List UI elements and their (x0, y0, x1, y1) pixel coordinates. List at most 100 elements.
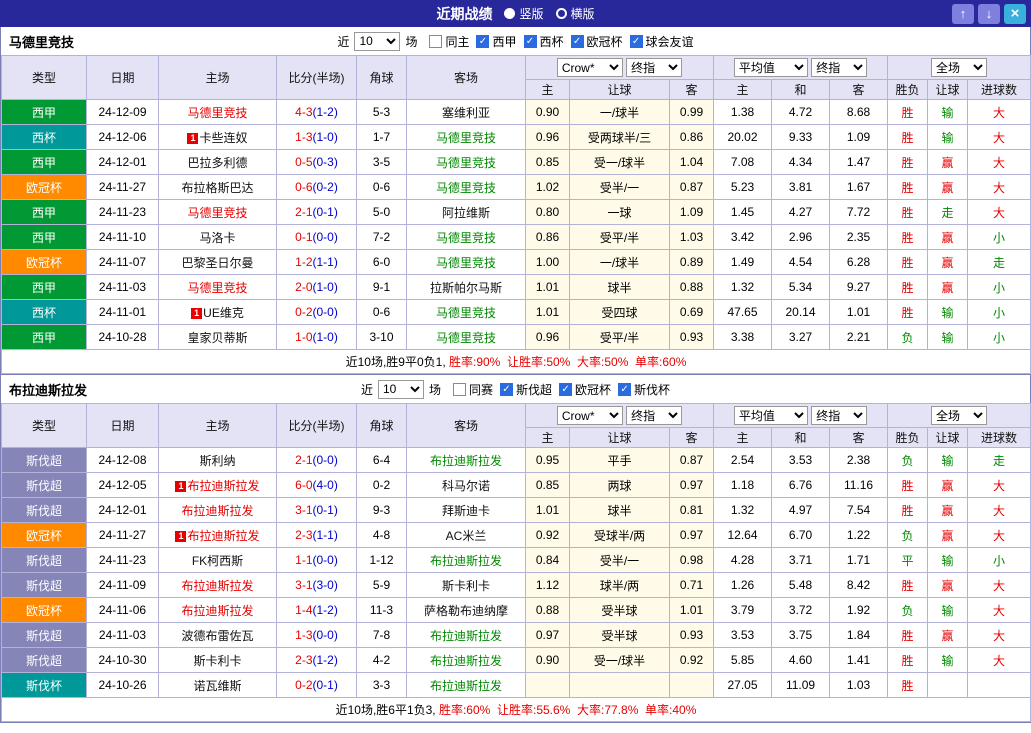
league-badge: 斯伐超 (2, 448, 87, 473)
halftime-score: (1-1) (313, 255, 338, 269)
close-button[interactable]: × (1004, 4, 1026, 24)
filter-斯伐杯[interactable]: ✓斯伐杯 (618, 381, 670, 398)
away-team-link[interactable]: 科马尔诺 (407, 473, 526, 498)
euro-home-odds: 1.38 (714, 100, 772, 125)
filter-同赛[interactable]: 同赛 (453, 381, 493, 398)
euro-away-odds: 7.72 (830, 200, 888, 225)
away-team-link[interactable]: 马德里竞技 (407, 225, 526, 250)
away-team-link[interactable]: 斯卡利卡 (407, 573, 526, 598)
layout-horizontal-radio[interactable]: 横版 (556, 5, 595, 22)
filter-欧冠杯[interactable]: ✓欧冠杯 (571, 33, 623, 50)
home-team-link[interactable]: 布拉迪斯拉发 (159, 573, 277, 598)
home-team-link[interactable]: 马德里竞技 (159, 200, 277, 225)
home-team-link[interactable]: 皇家贝蒂斯 (159, 325, 277, 350)
summary-stats: 胜率:90% 让胜率:50% 大率:50% 单率:60% (449, 355, 686, 369)
fulltime-score: 1-4 (295, 603, 312, 617)
handicap-home-odds: 0.88 (526, 598, 570, 623)
handicap-away-odds: 0.99 (670, 100, 714, 125)
away-team-link[interactable]: 拉斯帕尔马斯 (407, 275, 526, 300)
home-team-link[interactable]: 布拉迪斯拉发 (159, 598, 277, 623)
league-badge: 斯伐超 (2, 473, 87, 498)
home-team-link[interactable]: 波德布雷佐瓦 (159, 623, 277, 648)
home-team-link[interactable]: 1卡些连奴 (159, 125, 277, 150)
result-goals: 大 (968, 623, 1031, 648)
away-team-link[interactable]: 阿拉维斯 (407, 200, 526, 225)
home-team-link[interactable]: 马德里竞技 (159, 100, 277, 125)
home-team-link[interactable]: 1布拉迪斯拉发 (159, 523, 277, 548)
away-team-link[interactable]: 马德里竞技 (407, 250, 526, 275)
home-team-link[interactable]: FK柯西斯 (159, 548, 277, 573)
away-team-link[interactable]: 马德里竞技 (407, 125, 526, 150)
away-team-link[interactable]: 马德里竞技 (407, 300, 526, 325)
result-goals: 走 (968, 448, 1031, 473)
col-header-date: 日期 (87, 404, 159, 448)
filter-同主[interactable]: 同主 (429, 33, 469, 50)
checkbox-icon[interactable] (429, 35, 442, 48)
result-wdl: 胜 (888, 498, 928, 523)
away-team-link[interactable]: 拜斯迪卡 (407, 498, 526, 523)
result-handicap: 赢 (928, 275, 968, 300)
match-date: 24-12-01 (87, 498, 159, 523)
radio-unselected-icon[interactable] (504, 8, 515, 19)
away-team-link[interactable]: 布拉迪斯拉发 (407, 673, 526, 698)
euro-time-select[interactable]: 终指 (811, 58, 867, 77)
checkbox-icon[interactable]: ✓ (571, 35, 584, 48)
home-team-link[interactable]: 马洛卡 (159, 225, 277, 250)
scope-select[interactable]: 全场 (931, 406, 987, 425)
radio-selected-icon[interactable] (556, 8, 567, 19)
home-team-link[interactable]: 诺瓦维斯 (159, 673, 277, 698)
scope-select[interactable]: 全场 (931, 58, 987, 77)
checkbox-icon[interactable] (453, 383, 466, 396)
away-team-link[interactable]: 马德里竞技 (407, 150, 526, 175)
checkbox-icon[interactable]: ✓ (476, 35, 489, 48)
home-team-link[interactable]: 1UE维克 (159, 300, 277, 325)
away-team-link[interactable]: 马德里竞技 (407, 325, 526, 350)
match-count-select[interactable]: 10 (354, 32, 400, 51)
move-up-button[interactable]: ↑ (952, 4, 974, 24)
filter-西杯[interactable]: ✓西杯 (524, 33, 564, 50)
filter-label: 球会友谊 (646, 33, 694, 50)
bookmaker-select[interactable]: Crow* (557, 58, 623, 77)
home-team-link[interactable]: 1布拉迪斯拉发 (159, 473, 277, 498)
checkbox-icon[interactable]: ✓ (630, 35, 643, 48)
away-team-link[interactable]: 布拉迪斯拉发 (407, 448, 526, 473)
checkbox-icon[interactable]: ✓ (559, 383, 572, 396)
away-team-link[interactable]: 塞维利亚 (407, 100, 526, 125)
filter-西甲[interactable]: ✓西甲 (476, 33, 516, 50)
scope-controls: 全场 (888, 404, 1031, 428)
euro-average-select[interactable]: 平均值 (734, 58, 808, 77)
home-team-link[interactable]: 布拉迪斯拉发 (159, 498, 277, 523)
handicap-line: 球半 (570, 275, 670, 300)
handicap-time-select[interactable]: 终指 (626, 406, 682, 425)
move-down-button[interactable]: ↓ (978, 4, 1000, 24)
match-count-select[interactable]: 10 (378, 380, 424, 399)
filter-斯伐超[interactable]: ✓斯伐超 (500, 381, 552, 398)
checkbox-icon[interactable]: ✓ (524, 35, 537, 48)
home-team-link[interactable]: 布拉格斯巴达 (159, 175, 277, 200)
away-team-link[interactable]: 萨格勒布迪纳摩 (407, 598, 526, 623)
away-team-link[interactable]: 马德里竞技 (407, 175, 526, 200)
euro-draw-odds: 4.97 (772, 498, 830, 523)
home-team-link[interactable]: 巴黎圣日尔曼 (159, 250, 277, 275)
away-team-link[interactable]: 布拉迪斯拉发 (407, 623, 526, 648)
home-team-link[interactable]: 斯卡利卡 (159, 648, 277, 673)
bookmaker-select[interactable]: Crow* (557, 406, 623, 425)
checkbox-icon[interactable]: ✓ (618, 383, 631, 396)
handicap-away-odds: 0.86 (670, 125, 714, 150)
away-team-link[interactable]: AC米兰 (407, 523, 526, 548)
euro-time-select[interactable]: 终指 (811, 406, 867, 425)
euro-average-select[interactable]: 平均值 (734, 406, 808, 425)
result-goals: 小 (968, 225, 1031, 250)
layout-vertical-radio[interactable]: 竖版 (504, 5, 543, 22)
filter-球会友谊[interactable]: ✓球会友谊 (630, 33, 694, 50)
home-team-link[interactable]: 斯利纳 (159, 448, 277, 473)
filter-欧冠杯[interactable]: ✓欧冠杯 (559, 381, 611, 398)
titlebar-center: 近期战绩 竖版 横版 (0, 4, 1031, 24)
handicap-time-select[interactable]: 终指 (626, 58, 682, 77)
away-team-link[interactable]: 布拉迪斯拉发 (407, 648, 526, 673)
home-team-link[interactable]: 巴拉多利德 (159, 150, 277, 175)
halftime-score: (0-0) (313, 305, 338, 319)
home-team-link[interactable]: 马德里竞技 (159, 275, 277, 300)
checkbox-icon[interactable]: ✓ (500, 383, 513, 396)
away-team-link[interactable]: 布拉迪斯拉发 (407, 548, 526, 573)
